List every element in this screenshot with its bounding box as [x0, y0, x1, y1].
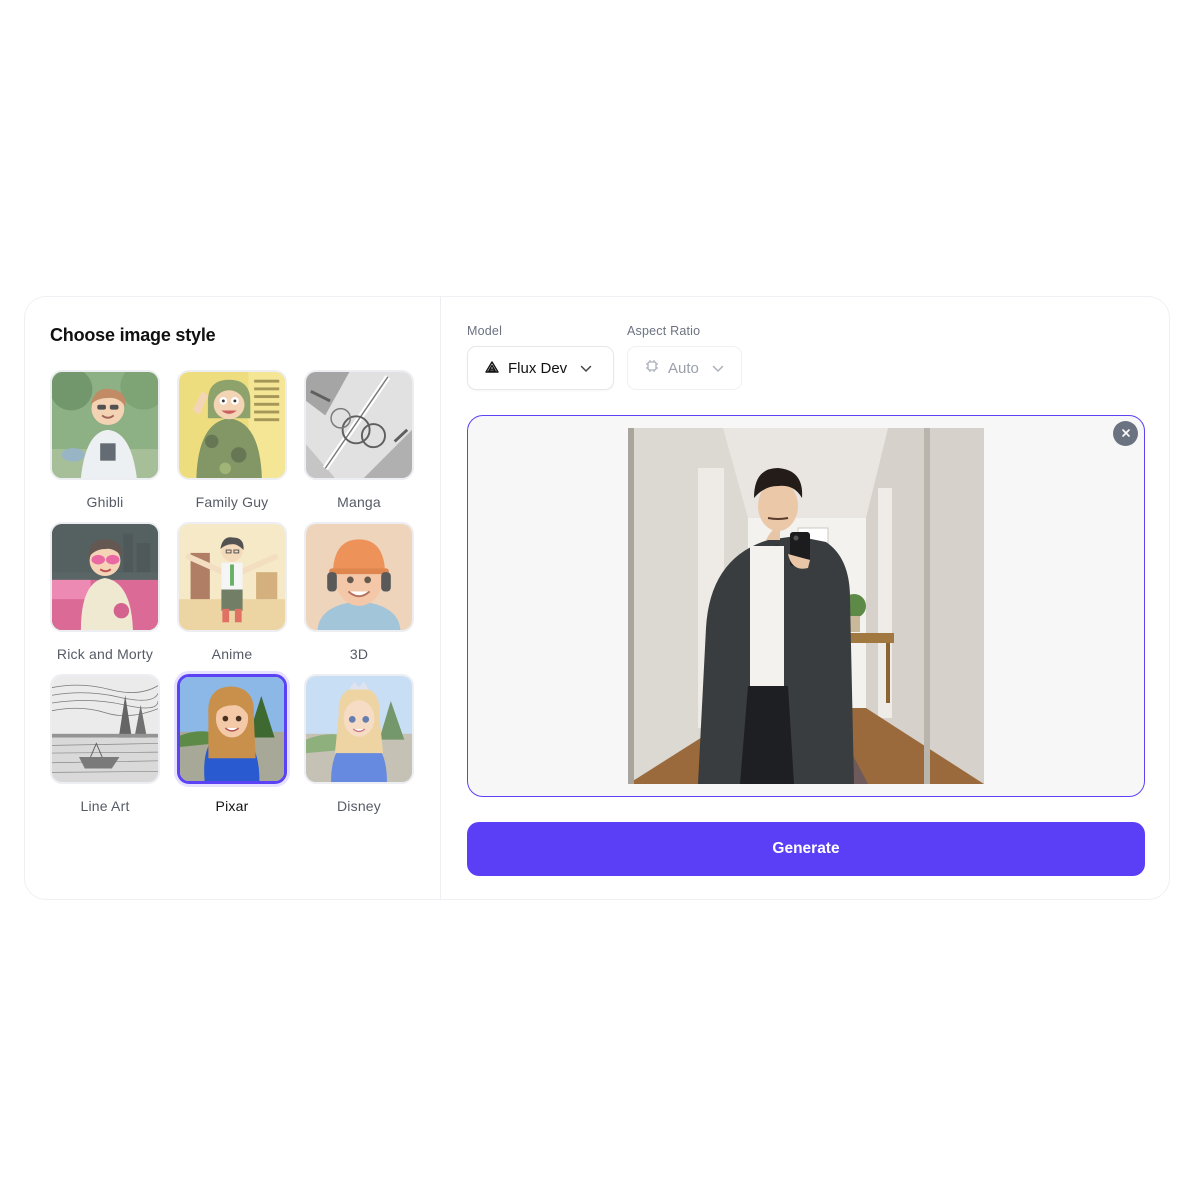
style-label: Manga	[337, 494, 381, 510]
close-icon	[1121, 426, 1131, 441]
model-label: Model	[467, 324, 503, 338]
style-generator-card: Choose image style Ghibli Family Guy Man…	[24, 296, 1170, 900]
ghibli-thumbnail	[50, 370, 160, 480]
style-label: Line Art	[80, 798, 130, 814]
style-option-rick-and-morty[interactable]: Rick and Morty	[50, 522, 160, 664]
3d-thumbnail	[304, 522, 414, 632]
flux-logo-icon	[485, 360, 499, 377]
style-label: Pixar	[215, 798, 249, 814]
style-label: 3D	[349, 646, 369, 662]
model-value: Flux Dev	[508, 359, 568, 377]
pixar-thumbnail	[177, 674, 287, 784]
aspect-ratio-value: Auto	[668, 359, 699, 377]
line-art-thumbnail	[50, 674, 160, 784]
aspect-ratio-select[interactable]: Auto	[627, 346, 742, 390]
anime-thumbnail	[177, 522, 287, 632]
model-select[interactable]: Flux Dev	[467, 346, 614, 390]
style-label: Anime	[211, 646, 253, 662]
style-label: Ghibli	[86, 494, 124, 510]
aspect-ratio-label: Aspect Ratio	[627, 324, 701, 338]
disney-thumbnail	[304, 674, 414, 784]
style-option-ghibli[interactable]: Ghibli	[50, 370, 160, 512]
style-option-family-guy[interactable]: Family Guy	[177, 370, 287, 512]
style-label: Rick and Morty	[56, 646, 154, 662]
style-option-anime[interactable]: Anime	[177, 522, 287, 664]
style-option-manga[interactable]: Manga	[304, 370, 414, 512]
style-grid: Ghibli Family Guy Manga Rick and Morty A…	[50, 370, 440, 816]
style-option-3d[interactable]: 3D	[304, 522, 414, 664]
chevron-down-icon	[712, 360, 724, 377]
rick-and-morty-thumbnail	[50, 522, 160, 632]
manga-thumbnail	[304, 370, 414, 480]
style-option-line-art[interactable]: Line Art	[50, 674, 160, 816]
style-label: Disney	[337, 798, 381, 814]
chevron-down-icon	[580, 360, 592, 377]
panel-title: Choose image style	[50, 325, 216, 345]
style-option-pixar[interactable]: Pixar	[177, 674, 287, 816]
image-upload-area[interactable]	[467, 415, 1145, 797]
generation-panel: Model Flux Dev Aspect Ratio Auto Generat…	[441, 297, 1169, 899]
style-label: Family Guy	[195, 494, 269, 510]
remove-image-button[interactable]	[1113, 421, 1138, 446]
style-option-disney[interactable]: Disney	[304, 674, 414, 816]
uploaded-photo	[628, 428, 984, 784]
crop-frame-icon	[645, 359, 659, 377]
family-guy-thumbnail	[177, 370, 287, 480]
generate-button[interactable]: Generate	[467, 822, 1145, 876]
style-panel: Choose image style Ghibli Family Guy Man…	[25, 297, 441, 899]
